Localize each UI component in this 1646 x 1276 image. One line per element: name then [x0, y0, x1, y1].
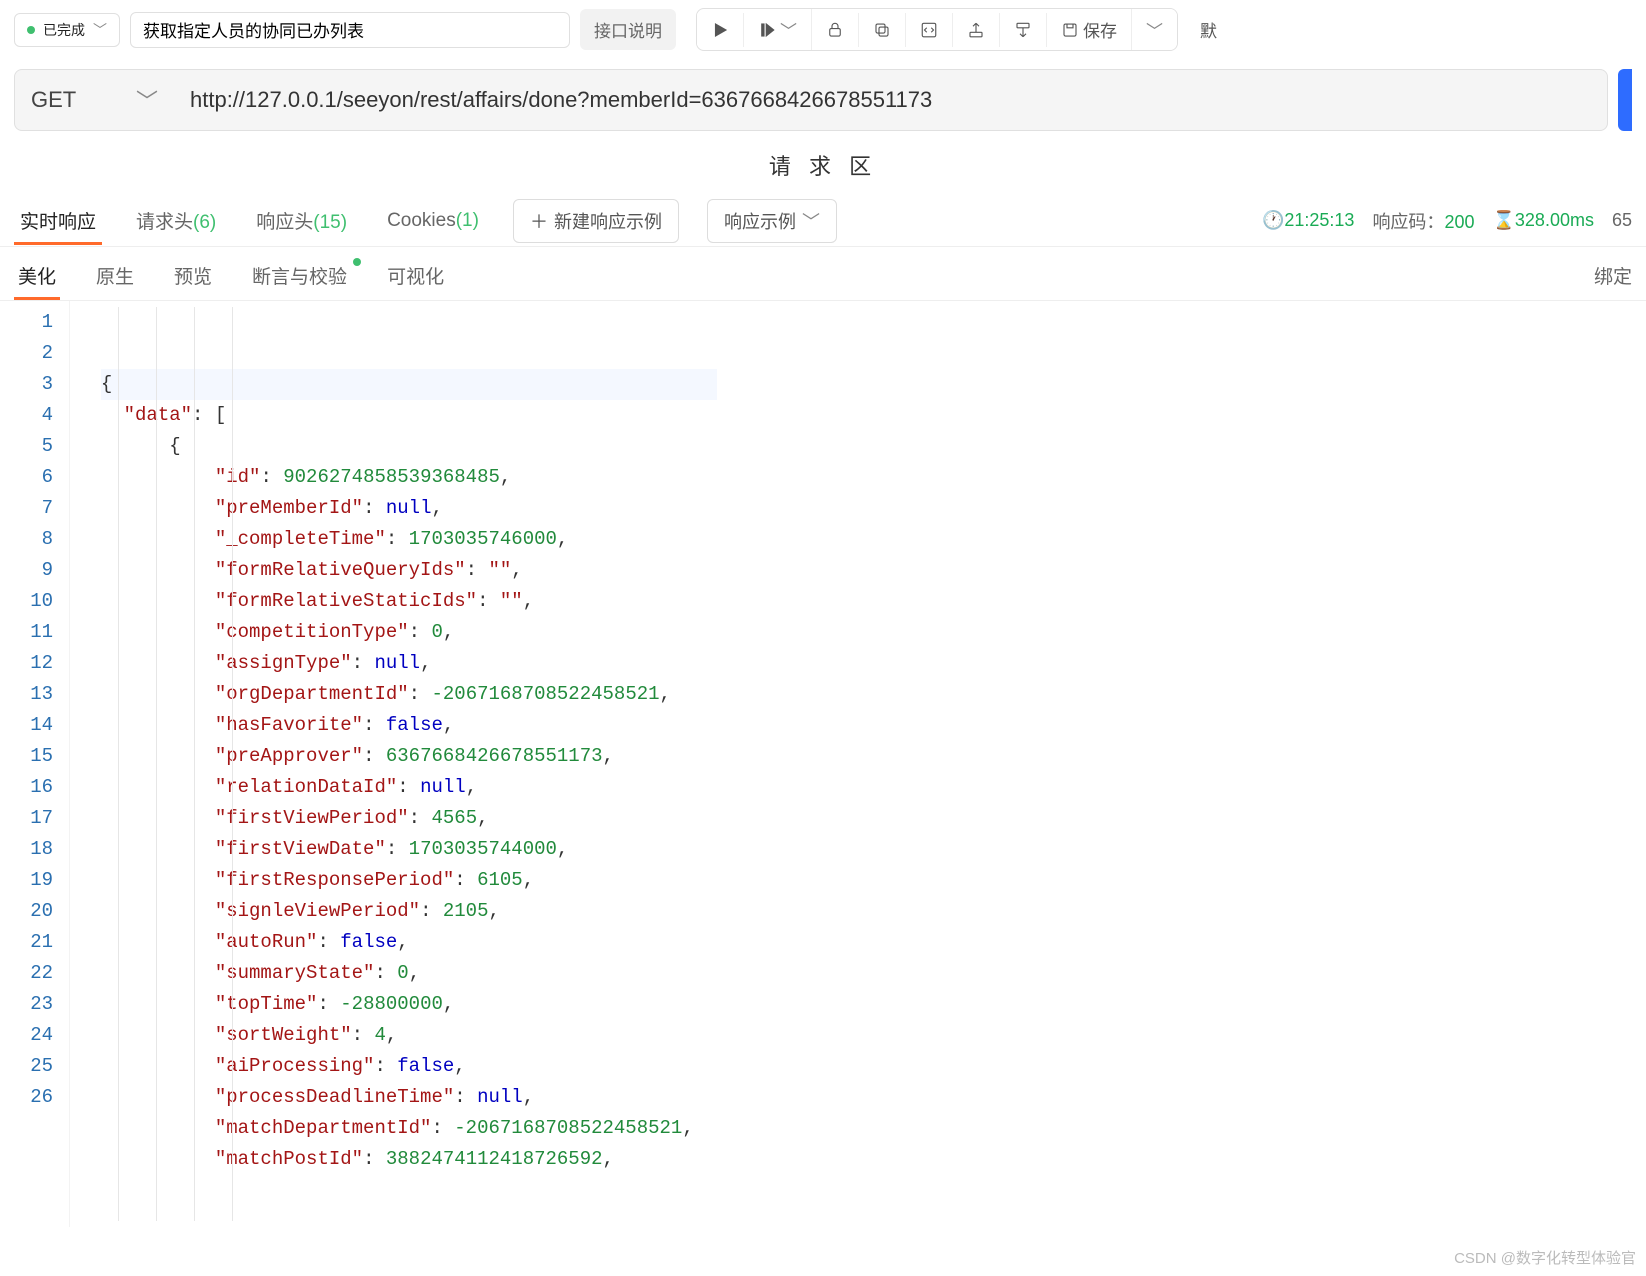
tab-cookies[interactable]: Cookies(1) — [381, 200, 485, 242]
save-label: 保存 — [1083, 17, 1117, 42]
code-button[interactable] — [906, 13, 953, 47]
line-gutter: 1234567891011121314151617181920212223242… — [0, 301, 70, 1227]
api-title-input[interactable] — [130, 12, 570, 48]
subtab-label: 断言与校验 — [252, 267, 347, 288]
subtab-preview[interactable]: 预览 — [170, 252, 216, 299]
btn-label: 响应示例 — [724, 208, 796, 234]
btn-label: 新建响应示例 — [554, 208, 662, 234]
subtab-beautify[interactable]: 美化 — [14, 252, 60, 299]
chevron-down-icon: ﹀ — [93, 20, 107, 40]
subtab-raw[interactable]: 原生 — [92, 252, 138, 299]
tab-label: Cookies — [387, 210, 456, 231]
save-dropdown[interactable]: ﹀ — [1132, 9, 1177, 50]
method-label: GET — [31, 87, 76, 113]
lock-button[interactable] — [812, 13, 859, 47]
duration: ⌛328.00ms — [1492, 210, 1593, 231]
plus-icon: ＋ — [530, 208, 548, 234]
tab-response-headers[interactable]: 响应头(15) — [250, 197, 353, 244]
status-dot-icon — [27, 26, 35, 34]
indicator-dot-icon — [353, 258, 361, 266]
tab-realtime-response[interactable]: 实时响应 — [14, 197, 102, 244]
response-body[interactable]: { "data": [ { "id": 9026274858539368485,… — [70, 301, 694, 1227]
tab-label: 请求头 — [136, 212, 193, 233]
subtab-visualize[interactable]: 可视化 — [383, 252, 448, 299]
request-section-title: 请 求 区 — [0, 141, 1646, 195]
size: 65 — [1612, 210, 1632, 231]
tab-label: 实时响应 — [20, 212, 96, 233]
chevron-down-icon: ﹀ — [136, 84, 158, 116]
api-spec-button[interactable]: 接口说明 — [580, 9, 676, 50]
tab-request-headers[interactable]: 请求头(6) — [130, 197, 222, 244]
action-bar: ﹀ 保存 ﹀ — [696, 8, 1178, 51]
tab-label: 响应头 — [256, 212, 313, 233]
import-button[interactable] — [1000, 13, 1047, 47]
url-input[interactable]: http://127.0.0.1/seeyon/rest/affairs/don… — [174, 69, 1608, 131]
step-button[interactable]: ﹀ — [744, 9, 812, 50]
default-label[interactable]: 默 — [1188, 9, 1221, 50]
new-response-example-button[interactable]: ＋新建响应示例 — [513, 199, 679, 243]
tab-count: (15) — [313, 212, 347, 233]
response-example-dropdown[interactable]: 响应示例﹀ — [707, 199, 837, 243]
status-dropdown[interactable]: 已完成 ﹀ — [14, 13, 120, 47]
subtab-assert[interactable]: 断言与校验 — [248, 252, 351, 299]
chevron-down-icon: ﹀ — [802, 208, 820, 234]
save-button[interactable]: 保存 — [1047, 9, 1132, 50]
run-button[interactable] — [697, 13, 744, 47]
copy-button[interactable] — [859, 13, 906, 47]
status-code: 响应码：200 — [1372, 208, 1474, 234]
url-text: http://127.0.0.1/seeyon/rest/affairs/don… — [190, 87, 932, 113]
watermark: CSDN @数字化转型体验官 — [1454, 1247, 1636, 1268]
send-button-edge[interactable] — [1618, 69, 1632, 131]
status-label: 已完成 — [43, 20, 85, 40]
bind-link[interactable]: 绑定 — [1594, 262, 1632, 289]
tab-count: (1) — [456, 210, 479, 231]
tab-count: (6) — [193, 212, 216, 233]
clock-time: 🕐21:25:13 — [1262, 210, 1355, 231]
export-button[interactable] — [953, 13, 1000, 47]
method-select[interactable]: GET ﹀ — [14, 69, 174, 131]
